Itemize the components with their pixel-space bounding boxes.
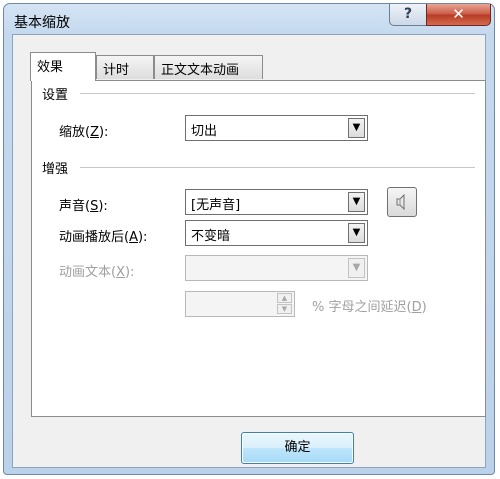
tab-label: 正文文本动画 xyxy=(161,63,240,78)
after-animation-label: 动画播放后(A): xyxy=(59,230,148,245)
enhance-divider xyxy=(80,167,475,168)
sound-preview-button[interactable] xyxy=(387,187,417,217)
help-button[interactable]: ? xyxy=(389,4,427,26)
sound-select[interactable]: [无声音] ▼ xyxy=(185,189,368,215)
enhance-group-title: 增强 xyxy=(42,162,69,177)
tab-effect[interactable]: 效果 xyxy=(30,52,96,81)
animate-text-label: 动画文本(X): xyxy=(59,265,135,280)
ok-button[interactable]: 确定 xyxy=(241,432,354,464)
letter-delay-spinner[interactable]: ▲ ▼ xyxy=(185,291,295,317)
after-animation-select[interactable]: 不变暗 ▼ xyxy=(185,220,368,246)
animate-text-select[interactable]: ▼ xyxy=(185,255,368,281)
chevron-down-icon[interactable]: ▼ xyxy=(348,118,365,138)
sound-value: [无声音] xyxy=(191,198,241,213)
spinner-up-icon[interactable]: ▲ xyxy=(277,293,292,303)
chevron-down-icon[interactable]: ▼ xyxy=(348,258,365,278)
sound-label: 声音(S): xyxy=(59,199,108,214)
zoom-label: 缩放(Z): xyxy=(59,125,109,140)
dialog-window: 基本缩放 ? ✕ 效果 计时 正文文本动画 设置 缩放(Z): 切出 ▼ 增强 … xyxy=(3,3,495,475)
letter-delay-label: % 字母之间延迟(D) xyxy=(312,300,427,315)
tab-panel-effect: 设置 缩放(Z): 切出 ▼ 增强 声音(S): [无声音] ▼ 动画播放后(A… xyxy=(31,80,486,417)
ok-button-label: 确定 xyxy=(284,440,311,455)
help-icon: ? xyxy=(403,6,413,22)
tab-timing[interactable]: 计时 xyxy=(96,55,154,79)
speaker-icon xyxy=(396,193,405,211)
close-button[interactable]: ✕ xyxy=(426,4,491,26)
title-bar: 基本缩放 ? ✕ xyxy=(4,4,494,38)
zoom-select[interactable]: 切出 ▼ xyxy=(185,115,368,141)
after-animation-value: 不变暗 xyxy=(191,229,231,244)
window-title: 基本缩放 xyxy=(14,15,70,31)
close-icon: ✕ xyxy=(452,5,465,23)
settings-group-title: 设置 xyxy=(42,88,69,103)
dialog-body: 效果 计时 正文文本动画 设置 缩放(Z): 切出 ▼ 增强 声音(S): [无… xyxy=(12,34,486,468)
tab-text-animation[interactable]: 正文文本动画 xyxy=(154,55,263,79)
settings-divider xyxy=(80,93,475,94)
spinner-down-icon[interactable]: ▼ xyxy=(277,304,292,314)
chevron-down-icon[interactable]: ▼ xyxy=(348,223,365,243)
tab-label: 计时 xyxy=(103,63,130,78)
tab-label: 效果 xyxy=(37,60,64,75)
zoom-value: 切出 xyxy=(191,124,218,139)
chevron-down-icon[interactable]: ▼ xyxy=(348,192,365,212)
